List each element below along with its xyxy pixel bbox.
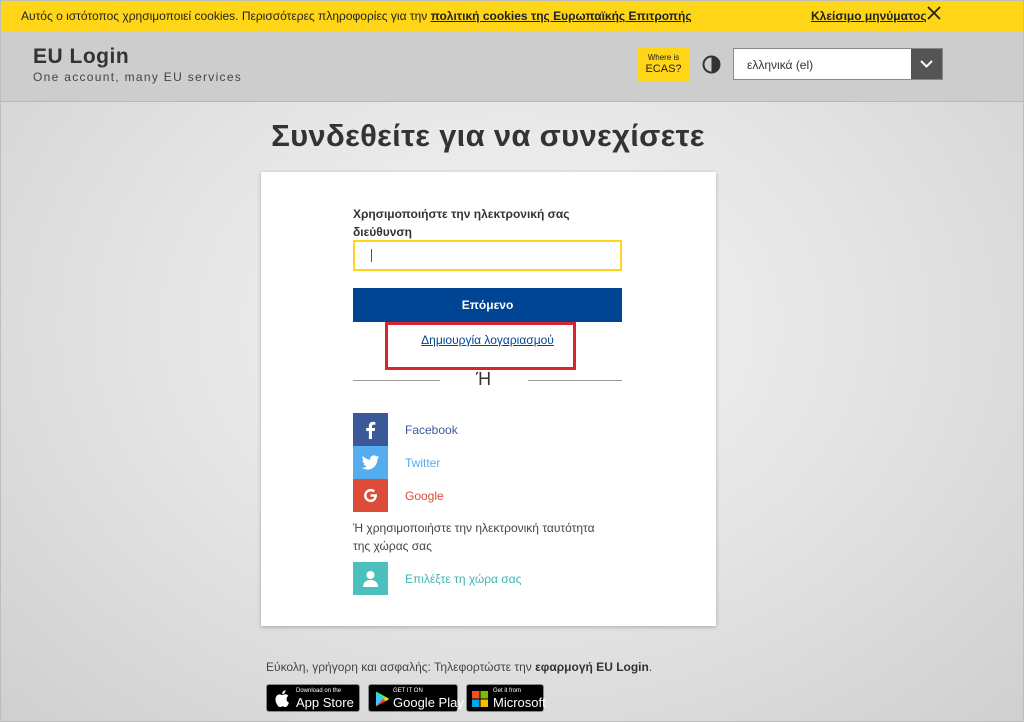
brand-title: EU Login [33,45,130,68]
email-field[interactable] [353,240,622,271]
google-play-big: Google Play [393,695,464,710]
app-store-small: Download on the [296,688,342,694]
cookie-message-text: Αυτός ο ιστότοπος χρησιμοποιεί cookies. … [21,9,431,23]
person-icon [353,562,388,595]
google-label: Google [405,489,444,503]
microsoft-icon [472,691,488,712]
create-account-link[interactable]: Δημιουργία λογαριασμού [353,333,622,347]
page-title: Συνδεθείτε για να συνεχίσετε [271,118,705,153]
next-button[interactable]: Επόμενο [353,288,622,322]
divider-left [353,380,440,381]
facebook-icon [353,413,388,446]
ecas-line1: Where is [647,53,680,62]
site-header: EU Login One account, many EU services W… [0,31,1024,102]
google-play-icon [375,691,389,712]
microsoft-store-badge[interactable]: Get it from Microsoft [466,684,546,712]
close-icon[interactable] [926,5,942,21]
eid-description: Ή χρησιμοποιήστε την ηλεκτρονική ταυτότη… [353,521,595,553]
cookie-banner: Αυτός ο ιστότοπος χρησιμοποιεί cookies. … [0,0,1024,31]
twitter-login-button[interactable]: Twitter [353,446,622,479]
app-store-big: App Store [296,695,354,710]
ecas-line2: ECAS? [645,63,682,75]
microsoft-big: Microsoft [493,695,546,710]
twitter-icon [353,446,388,479]
google-icon [353,479,388,512]
google-play-badge[interactable]: GET IT ON Google Play [368,684,464,712]
app-text-suffix: . [648,660,653,674]
text-caret [371,249,372,262]
app-text-prefix: Εύκολη, γρήγορη και ασφαλής: Τηλεφορτώστ… [266,660,536,674]
cookie-message: Αυτός ο ιστότοπος χρησιμοποιεί cookies. … [21,9,692,23]
where-is-ecas-button[interactable]: Where is ECAS? [638,48,689,82]
twitter-label: Twitter [405,456,441,470]
apple-icon [275,690,289,712]
app-promo-text: Εύκολη, γρήγορη και ασφαλής: Τηλεφορτώστ… [266,660,652,674]
choose-country-button[interactable]: Επιλέξτε τη χώρα σας [353,562,622,595]
brand-subtitle: One account, many EU services [33,70,243,84]
facebook-label: Facebook [405,423,458,437]
microsoft-small: Get it from [493,688,522,694]
google-play-small: GET IT ON [393,688,423,694]
choose-country-label: Επιλέξτε τη χώρα σας [405,572,522,586]
email-label: Χρησιμοποιήστε την ηλεκτρονική σας διεύθ… [353,207,570,239]
cookie-policy-link[interactable]: πολιτική cookies της Ευρωπαϊκής Επιτροπή… [431,9,692,23]
google-login-button[interactable]: Google [353,479,622,512]
app-store-badge[interactable]: Download on the App Store [266,684,360,712]
chevron-down-icon[interactable] [911,49,942,79]
divider-right [528,380,622,381]
app-text-bold: εφαρμογή EU Login [535,660,649,674]
or-separator: Ή [476,369,492,389]
login-card: Χρησιμοποιήστε την ηλεκτρονική σας διεύθ… [261,172,716,626]
close-message-link[interactable]: Κλείσιμο μηνύματος [811,9,927,23]
facebook-login-button[interactable]: Facebook [353,413,622,446]
language-value: ελληνικά (el) [747,58,814,72]
language-select[interactable]: ελληνικά (el) [733,48,943,80]
contrast-icon[interactable] [702,55,721,74]
